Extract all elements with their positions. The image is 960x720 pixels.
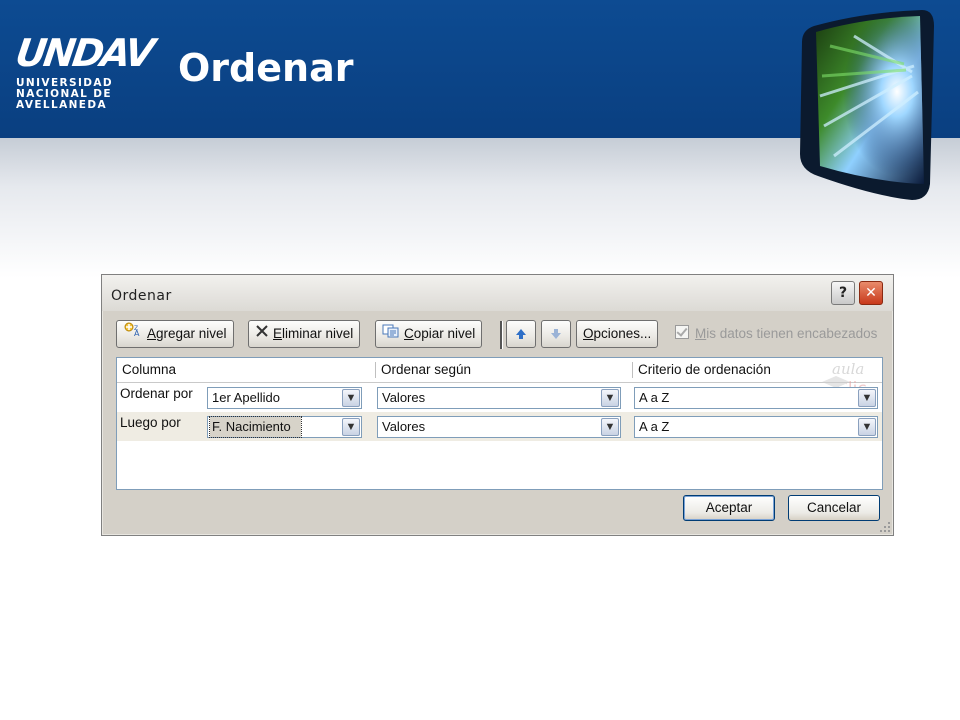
copy-level-button[interactable]: Copiar nivel [375, 320, 483, 348]
light-cube-decoration [800, 10, 934, 200]
column-divider [632, 362, 633, 378]
options-button[interactable]: Opciones... [576, 320, 659, 348]
sort-levels-grid: Columna Ordenar según Criterio de ordena… [116, 357, 883, 490]
move-down-button[interactable] [541, 320, 571, 348]
svg-text:aula: aula [832, 360, 864, 378]
row-label: Ordenar por [120, 386, 193, 401]
arrow-up-icon [515, 326, 527, 341]
delete-level-button[interactable]: Eliminar nivel [248, 320, 361, 348]
chevron-down-icon[interactable]: ▼ [858, 418, 876, 436]
add-level-button[interactable]: AZ Agregar nivel [116, 320, 234, 348]
checkbox-check-icon [675, 325, 689, 339]
dialog-titlebar: Ordenar ? ✕ [102, 275, 893, 311]
resize-grip-icon[interactable] [879, 521, 891, 533]
chevron-down-icon[interactable]: ▼ [342, 389, 360, 407]
cancel-button[interactable]: Cancelar [788, 495, 880, 521]
column-header-ordenar-segun: Ordenar según [381, 362, 472, 377]
sort-on-select[interactable]: Valores ▼ [377, 416, 621, 438]
copy-icon [382, 321, 400, 347]
chevron-down-icon[interactable]: ▼ [601, 418, 619, 436]
sort-on-select[interactable]: Valores ▼ [377, 387, 621, 409]
order-select[interactable]: A a Z ▼ [634, 416, 878, 438]
sort-row[interactable]: Ordenar por 1er Apellido ▼ Valores ▼ A a… [117, 383, 882, 412]
help-button[interactable]: ? [831, 281, 855, 305]
order-select[interactable]: A a Z ▼ [634, 387, 878, 409]
add-level-icon: AZ [123, 321, 143, 347]
column-header-criterio: Criterio de ordenación [638, 362, 771, 377]
column-header-columna: Columna [122, 362, 177, 377]
sort-dialog: Ordenar ? ✕ AZ Agregar nivel Eliminar ni… [101, 274, 894, 536]
arrow-down-icon [550, 326, 562, 341]
delete-x-icon [255, 321, 269, 347]
accept-button[interactable]: Aceptar [683, 495, 775, 521]
column-divider [375, 362, 376, 378]
toolbar-separator [500, 321, 503, 349]
chevron-down-icon[interactable]: ▼ [858, 389, 876, 407]
logo-line-3: AVELLANEDA [16, 99, 108, 111]
column-select[interactable]: 1er Apellido ▼ [207, 387, 362, 409]
column-select[interactable]: F. Nacimiento ▼ [207, 416, 362, 438]
dialog-title: Ordenar [111, 288, 172, 304]
logo-mark: UNDAV [12, 31, 155, 75]
svg-text:Z: Z [134, 325, 138, 332]
close-button[interactable]: ✕ [859, 281, 883, 305]
undav-logo: UNDAV UNIVERSIDAD NACIONAL DE AVELLANEDA [12, 31, 155, 111]
slide-title: Ordenar [178, 46, 354, 90]
grid-header: Columna Ordenar según Criterio de ordena… [117, 358, 882, 398]
sort-row-selected[interactable]: Luego por F. Nacimiento ▼ Valores ▼ A a … [117, 412, 882, 441]
move-up-button[interactable] [506, 320, 536, 348]
headers-checkbox[interactable]: Mis datos tienen encabezados [675, 325, 877, 341]
row-label: Luego por [120, 415, 181, 430]
chevron-down-icon[interactable]: ▼ [342, 418, 360, 436]
chevron-down-icon[interactable]: ▼ [601, 389, 619, 407]
dialog-toolbar: AZ Agregar nivel Eliminar nivel Copiar n… [110, 320, 890, 350]
